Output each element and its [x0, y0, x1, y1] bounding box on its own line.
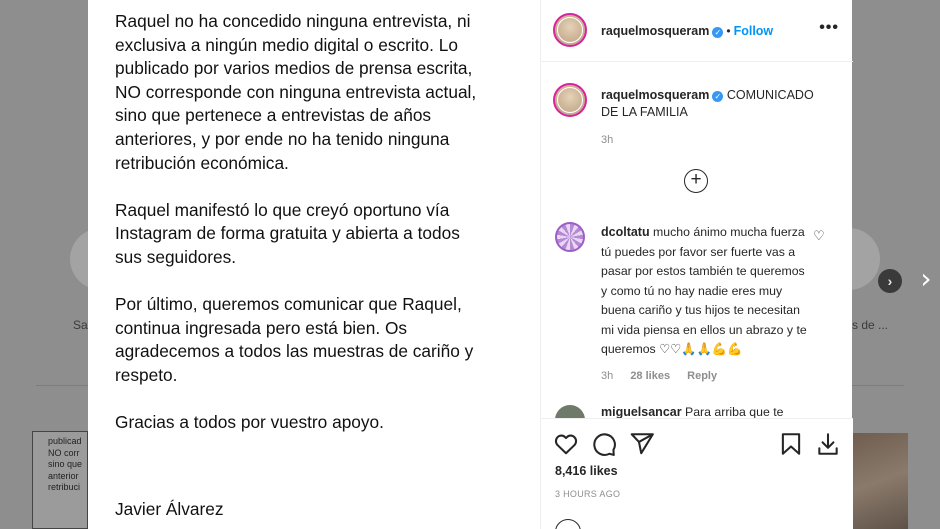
next-post-arrow-icon[interactable]: ›: [914, 265, 938, 294]
save-bookmark-icon[interactable]: [778, 431, 804, 457]
background-next-arrow-icon: ›: [878, 269, 902, 293]
commenter-avatar[interactable]: [555, 222, 585, 252]
background-post-thumbnail: publicad NO corr sino que anterior retri…: [32, 431, 88, 529]
post-header: raquelmosqueram ✓ • Follow •••: [541, 0, 853, 62]
post-image: Raquel no ha concedido ninguna entrevist…: [88, 0, 540, 529]
header-author-line: raquelmosqueram ✓ • Follow: [601, 22, 773, 40]
comment-bubble-icon[interactable]: [591, 431, 617, 457]
letter-paragraph: Por último, queremos comunicar que Raque…: [115, 294, 474, 385]
comment-text: miguelsancar Para arriba que te: [601, 405, 783, 418]
author-username[interactable]: raquelmosqueram: [601, 24, 709, 38]
comment-item: miguelsancar Para arriba que te: [555, 403, 845, 418]
comment-text: dcoltatu mucho ánimo mucha fuerza tú pue…: [601, 223, 814, 360]
letter-paragraph: Raquel no ha concedido ninguna entrevist…: [115, 11, 477, 173]
share-paper-plane-icon[interactable]: [629, 431, 655, 457]
caption-text: raquelmosqueram ✓ COMUNICADO DE LA FAMILI…: [601, 87, 833, 120]
post-timestamp[interactable]: 3 HOURS AGO: [555, 489, 620, 499]
verified-badge-icon: ✓: [712, 27, 724, 38]
thumbnail-text: publicad: [48, 436, 82, 446]
download-icon[interactable]: [815, 431, 841, 457]
comment-meta: 3h 28 likes Reply: [601, 370, 731, 382]
caption-timestamp[interactable]: 3h: [601, 134, 613, 146]
likes-count[interactable]: 8,416 likes: [555, 464, 618, 478]
more-options-icon[interactable]: •••: [819, 19, 839, 37]
letter-text: Raquel no ha concedido ninguna entrevist…: [115, 10, 530, 519]
background-story-label: s de ...: [852, 318, 889, 332]
like-heart-icon[interactable]: [553, 431, 579, 457]
commenter-avatar[interactable]: [555, 405, 585, 418]
like-comment-icon[interactable]: ♡: [813, 229, 825, 244]
commenter-username[interactable]: dcoltatu: [601, 225, 650, 239]
commenter-username[interactable]: miguelsancar: [601, 405, 682, 418]
thumbnail-text: sino que: [48, 459, 83, 469]
comment-likes[interactable]: 28 likes: [630, 370, 670, 382]
letter-signature: Javier Álvarez: [115, 499, 224, 519]
background-story-label: Sa: [73, 318, 88, 332]
load-more-comments-icon[interactable]: +: [684, 169, 708, 193]
follow-button[interactable]: Follow: [734, 24, 774, 38]
separator-dot: •: [726, 24, 731, 38]
letter-paragraph: Raquel manifestó lo que creyó oportuno v…: [115, 199, 460, 267]
caption-username[interactable]: raquelmosqueram: [601, 88, 709, 102]
author-avatar[interactable]: [553, 13, 587, 47]
thumbnail-text: retribuci: [48, 482, 81, 492]
comment-body: Para arriba que te: [685, 405, 784, 418]
reply-button[interactable]: Reply: [687, 370, 717, 382]
comment-timestamp[interactable]: 3h: [601, 370, 613, 382]
verified-badge-icon: ✓: [712, 91, 724, 102]
emoji-icon[interactable]: [555, 519, 581, 529]
letter-paragraph: Gracias a todos por vuestro apoyo.: [115, 412, 384, 433]
thumbnail-text: NO corr: [48, 447, 80, 458]
caption-author-avatar[interactable]: [553, 83, 587, 117]
post-actions: 8,416 likes 3 HOURS AGO: [541, 418, 853, 529]
comment-body: mucho ánimo mucha fuerza tú puedes por f…: [601, 225, 807, 356]
thumbnail-text: anterior: [48, 470, 79, 481]
background-post-thumbnail: [852, 433, 908, 529]
post-side-panel: raquelmosqueram ✓ • Follow ••• raquelmosque…: [540, 0, 853, 529]
